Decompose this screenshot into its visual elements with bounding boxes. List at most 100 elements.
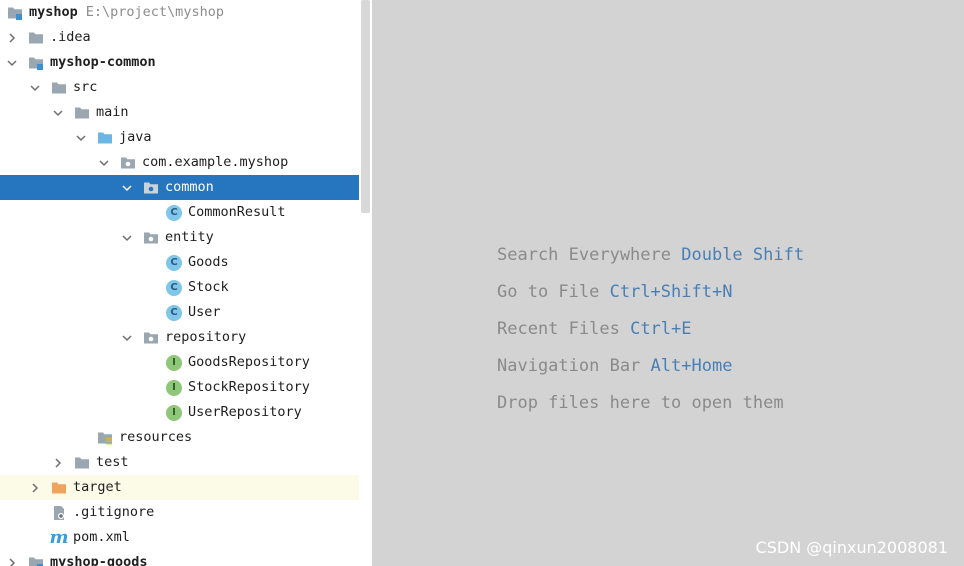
tree-row-package[interactable]: com.example.myshop (0, 150, 372, 175)
tree-row-repository[interactable]: repository (0, 325, 372, 350)
hint-text: Go to File (497, 282, 600, 302)
module-folder-icon (27, 54, 45, 72)
tree-label: src (73, 79, 98, 95)
scrollbar-thumb[interactable] (361, 0, 370, 213)
folder-icon (27, 29, 45, 47)
project-tree: myshop E:\project\myshop .idea myshop-co… (0, 0, 372, 566)
chevron-right-icon[interactable] (29, 475, 41, 500)
tree-label: test (96, 454, 129, 470)
hint-search-everywhere: Search Everywhere Double Shift (497, 244, 804, 266)
tree-label: StockRepository (188, 379, 310, 395)
tree-label: Stock (188, 279, 229, 295)
hint-go-to-file: Go to File Ctrl+Shift+N (497, 281, 732, 303)
tree-row-idea[interactable]: .idea (0, 25, 372, 50)
chevron-down-icon[interactable] (121, 175, 133, 200)
tree-row-user[interactable]: C User (0, 300, 372, 325)
tree-label: common (165, 179, 214, 195)
tree-scrollbar[interactable] (359, 0, 372, 566)
tree-label: myshop (29, 4, 78, 20)
hint-text: Navigation Bar (497, 356, 641, 376)
chevron-right-icon[interactable] (52, 450, 64, 475)
tree-row-main[interactable]: main (0, 100, 372, 125)
hint-recent-files: Recent Files Ctrl+E (497, 318, 692, 340)
tree-label: myshop-common (50, 54, 156, 70)
tree-row-commonresult[interactable]: C CommonResult (0, 200, 372, 225)
tree-label: java (119, 129, 152, 145)
package-icon (142, 179, 160, 197)
chevron-down-icon[interactable] (121, 325, 133, 350)
interface-icon: I (165, 379, 183, 397)
tree-row-target[interactable]: target (0, 475, 372, 500)
tree-row-src[interactable]: src (0, 75, 372, 100)
excluded-folder-icon (50, 479, 68, 497)
shortcut-text: Double Shift (681, 245, 805, 265)
project-path: E:\project\myshop (85, 4, 224, 20)
module-folder-icon (27, 554, 45, 566)
hint-drop-files: Drop files here to open them (497, 392, 784, 414)
hint-text: Search Everywhere (497, 245, 671, 265)
folder-icon (50, 79, 68, 97)
hint-text: Drop files here to open them (497, 393, 784, 413)
class-icon: C (165, 204, 183, 222)
tree-label: repository (165, 329, 247, 345)
hint-navigation-bar: Navigation Bar Alt+Home (497, 355, 732, 377)
shortcut-text: Ctrl+Shift+N (609, 282, 733, 302)
tree-label: target (73, 479, 122, 495)
tree-row-goodsrepository[interactable]: I GoodsRepository (0, 350, 372, 375)
tree-row-java[interactable]: java (0, 125, 372, 150)
source-root-folder-icon (96, 129, 114, 147)
tree-label: .gitignore (73, 504, 155, 520)
chevron-down-icon[interactable] (121, 225, 133, 250)
shortcut-text: Ctrl+E (630, 319, 692, 339)
tree-label: Goods (188, 254, 229, 270)
editor-empty-area[interactable]: Search Everywhere Double Shift Go to Fil… (372, 0, 964, 566)
tree-row-stockrepository[interactable]: I StockRepository (0, 375, 372, 400)
tree-row-stock[interactable]: C Stock (0, 275, 372, 300)
chevron-down-icon[interactable] (29, 75, 41, 100)
module-folder-icon (6, 4, 24, 22)
class-icon: C (165, 279, 183, 297)
tree-row-entity[interactable]: entity (0, 225, 372, 250)
tree-label: CommonResult (188, 204, 286, 220)
tree-label: entity (165, 229, 214, 245)
tree-row-gitignore[interactable]: .gitignore (0, 500, 372, 525)
tree-label: myshop-goods (50, 554, 148, 566)
tree-label: com.example.myshop (142, 154, 289, 170)
class-icon: C (165, 304, 183, 322)
folder-icon (73, 454, 91, 472)
tree-row-myshop[interactable]: myshop E:\project\myshop (0, 0, 372, 25)
package-icon (119, 154, 137, 172)
tree-label: UserRepository (188, 404, 302, 420)
tree-label: GoodsRepository (188, 354, 310, 370)
chevron-down-icon[interactable] (52, 100, 64, 125)
chevron-down-icon[interactable] (6, 50, 18, 75)
tree-row-pom[interactable]: m pom.xml (0, 525, 372, 550)
package-icon (142, 329, 160, 347)
chevron-right-icon[interactable] (6, 25, 18, 50)
watermark: CSDN @qinxun2008081 (755, 538, 948, 557)
chevron-right-icon[interactable] (6, 550, 18, 566)
resources-folder-icon (96, 429, 114, 447)
hint-text: Recent Files (497, 319, 620, 339)
tree-row-goods[interactable]: C Goods (0, 250, 372, 275)
interface-icon: I (165, 354, 183, 372)
tree-row-resources[interactable]: resources (0, 425, 372, 450)
tree-row-userrepository[interactable]: I UserRepository (0, 400, 372, 425)
interface-icon: I (165, 404, 183, 422)
gitignore-file-icon (50, 504, 68, 522)
chevron-down-icon[interactable] (98, 150, 110, 175)
folder-icon (73, 104, 91, 122)
tree-row-common[interactable]: common (0, 175, 372, 200)
package-icon (142, 229, 160, 247)
tree-label: pom.xml (73, 529, 130, 545)
tree-label: User (188, 304, 221, 320)
tree-row-myshop-goods[interactable]: myshop-goods (0, 550, 372, 566)
chevron-down-icon[interactable] (75, 125, 87, 150)
class-icon: C (165, 254, 183, 272)
tree-row-myshop-common[interactable]: myshop-common (0, 50, 372, 75)
tree-row-test[interactable]: test (0, 450, 372, 475)
tree-label: .idea (50, 29, 91, 45)
maven-icon: m (49, 526, 69, 548)
shortcut-text: Alt+Home (650, 356, 733, 376)
tree-label: main (96, 104, 129, 120)
